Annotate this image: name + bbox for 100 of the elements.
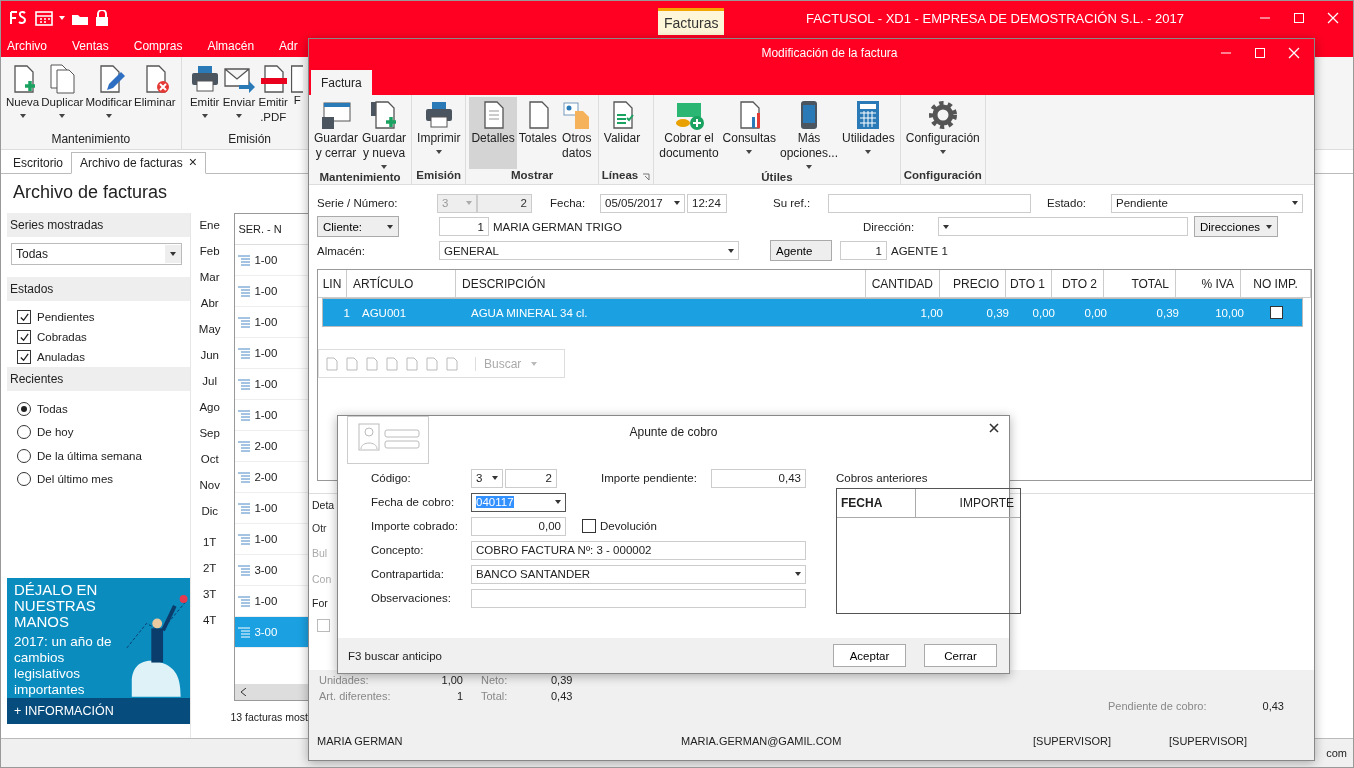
- period-filter[interactable]: 2T: [202, 562, 217, 588]
- period-filter[interactable]: Oct: [200, 453, 219, 479]
- column-header[interactable]: FECHA: [837, 489, 916, 517]
- menu-item[interactable]: Adr: [279, 35, 298, 57]
- ad-link[interactable]: + INFORMACIÓN: [7, 698, 190, 724]
- maximize-icon[interactable]: [1293, 12, 1305, 24]
- addresses-button[interactable]: Direcciones: [1194, 216, 1278, 237]
- ribbon-button[interactable]: Guardar y cerrar: [312, 97, 361, 171]
- number-field[interactable]: 2: [505, 468, 557, 488]
- checkbox[interactable]: [582, 519, 596, 533]
- period-filter[interactable]: Jun: [200, 349, 219, 375]
- ribbon-button[interactable]: Modificar: [84, 61, 134, 132]
- agent-code-field[interactable]: 1: [840, 241, 887, 260]
- calendar-icon[interactable]: [35, 10, 53, 26]
- menu-item[interactable]: Almacén: [207, 35, 255, 57]
- column-header[interactable]: DTO 1: [1006, 270, 1052, 297]
- ribbon-tab[interactable]: Factura: [311, 70, 372, 95]
- concept-field[interactable]: COBRO FACTURA Nº: 3 - 000002: [471, 540, 806, 560]
- menu-item[interactable]: Archivo: [7, 35, 47, 57]
- column-header[interactable]: ARTÍCULO: [347, 270, 456, 297]
- checkbox[interactable]: [17, 330, 31, 344]
- period-filter[interactable]: 1T: [202, 536, 217, 562]
- client-button[interactable]: Cliente:: [317, 216, 399, 237]
- period-filter[interactable]: Dic: [201, 505, 218, 531]
- checkbox[interactable]: [1269, 306, 1283, 319]
- document-tab[interactable]: Escritorio: [5, 153, 71, 173]
- ribbon-button[interactable]: Configuración: [903, 97, 982, 169]
- caret-icon[interactable]: [59, 16, 65, 20]
- period-filter[interactable]: 3T: [202, 588, 217, 614]
- date-field[interactable]: 05/05/2017: [600, 193, 685, 213]
- period-filter[interactable]: Feb: [199, 245, 220, 271]
- period-filter[interactable]: May: [198, 323, 221, 349]
- ribbon-button[interactable]: Validar: [601, 97, 643, 169]
- ribbon-button[interactable]: Imprimir: [415, 97, 463, 169]
- account-select[interactable]: BANCO SANTANDER: [471, 564, 806, 584]
- ribbon-button[interactable]: Emitir .PDF: [256, 61, 291, 132]
- column-header[interactable]: CANTIDAD: [866, 270, 940, 297]
- checkbox[interactable]: [17, 310, 31, 324]
- ribbon-button[interactable]: Detalles: [469, 97, 517, 169]
- ribbon-button[interactable]: Nueva: [5, 61, 41, 132]
- ribbon-button[interactable]: Duplicar: [40, 61, 85, 132]
- column-header[interactable]: NO IMP.: [1241, 270, 1311, 297]
- column-header[interactable]: DTO 2: [1052, 270, 1104, 297]
- maximize-icon[interactable]: [1254, 47, 1266, 59]
- period-filter[interactable]: Ago: [199, 401, 220, 427]
- menu-item[interactable]: Ventas: [72, 35, 109, 57]
- period-filter[interactable]: Mar: [199, 271, 220, 297]
- warehouse-select[interactable]: GENERAL: [439, 241, 739, 260]
- ribbon-group-label: Líneas: [601, 169, 639, 183]
- close-tab-button[interactable]: ×: [188, 156, 197, 170]
- column-header[interactable]: LIN: [318, 270, 347, 297]
- context-tab[interactable]: Facturas: [658, 8, 725, 35]
- advertisement-banner[interactable]: DÉJALO EN NUESTRAS MANOS 2017: un año de cambios legislativos importantes + INFORMACIÓN: [7, 578, 190, 724]
- dialog-button[interactable]: Cerrar: [924, 644, 997, 667]
- period-filter[interactable]: 4T: [202, 614, 217, 640]
- ribbon-button[interactable]: Totales: [516, 97, 559, 169]
- period-filter[interactable]: Jul: [202, 375, 218, 401]
- ribbon-button[interactable]: Consultas: [720, 97, 778, 171]
- agent-button[interactable]: Agente: [770, 240, 832, 261]
- column-header[interactable]: PRECIO: [940, 270, 1006, 297]
- notes-field[interactable]: [471, 588, 806, 608]
- checkbox[interactable]: [317, 619, 330, 632]
- ribbon-button[interactable]: Más opciones...: [777, 97, 840, 171]
- list-icon: [237, 471, 252, 483]
- period-filter[interactable]: Ene: [199, 219, 220, 245]
- series-select[interactable]: 3: [471, 468, 503, 488]
- client-name: MARIA GERMAN TRIGO: [492, 220, 623, 233]
- ad-headline: DÉJALO EN NUESTRAS MANOS: [14, 582, 99, 630]
- client-code-field[interactable]: 1: [439, 217, 489, 236]
- dialog-button[interactable]: Aceptar: [833, 644, 906, 667]
- ribbon-button[interactable]: Utilidades: [840, 97, 897, 171]
- ribbon-button[interactable]: Otros datos: [558, 97, 595, 169]
- amount-field[interactable]: 0,00: [471, 516, 566, 536]
- ribbon-button[interactable]: Cobrar el documento: [657, 97, 721, 171]
- ribbon-button[interactable]: Guardar y nueva: [360, 97, 409, 171]
- document-tab[interactable]: Archivo de facturas ×: [71, 152, 206, 174]
- period-filter[interactable]: Nov: [199, 479, 220, 505]
- ribbon-button[interactable]: F: [290, 61, 305, 132]
- lock-icon[interactable]: [95, 10, 109, 26]
- column-header[interactable]: TOTAL: [1104, 270, 1176, 297]
- dialog-launcher-icon[interactable]: [642, 172, 651, 181]
- menu-item[interactable]: Compras: [133, 35, 183, 57]
- checkbox[interactable]: [17, 350, 31, 364]
- column-header[interactable]: DESCRIPCIÓN: [456, 270, 866, 297]
- column-header[interactable]: % IVA: [1176, 270, 1241, 297]
- ribbon-button[interactable]: Eliminar: [133, 61, 177, 132]
- ribbon-button[interactable]: Enviar: [221, 61, 257, 132]
- number-field[interactable]: 2: [477, 193, 532, 213]
- column-header[interactable]: IMPORTE: [916, 489, 1020, 517]
- list-icon: [237, 440, 252, 452]
- scroll-left-icon[interactable]: [241, 688, 248, 696]
- field-label: Concepto:: [371, 544, 425, 556]
- period-filter[interactable]: Abr: [200, 297, 219, 323]
- close-icon[interactable]: [989, 423, 999, 433]
- time-field[interactable]: 12:24: [687, 193, 727, 213]
- period-filter[interactable]: Sep: [199, 427, 220, 453]
- series-dropdown[interactable]: Todas: [11, 243, 182, 265]
- ribbon-button[interactable]: Emitir: [187, 61, 222, 132]
- status-select[interactable]: Pendiente: [1111, 193, 1303, 213]
- reference-field[interactable]: [828, 193, 1031, 213]
